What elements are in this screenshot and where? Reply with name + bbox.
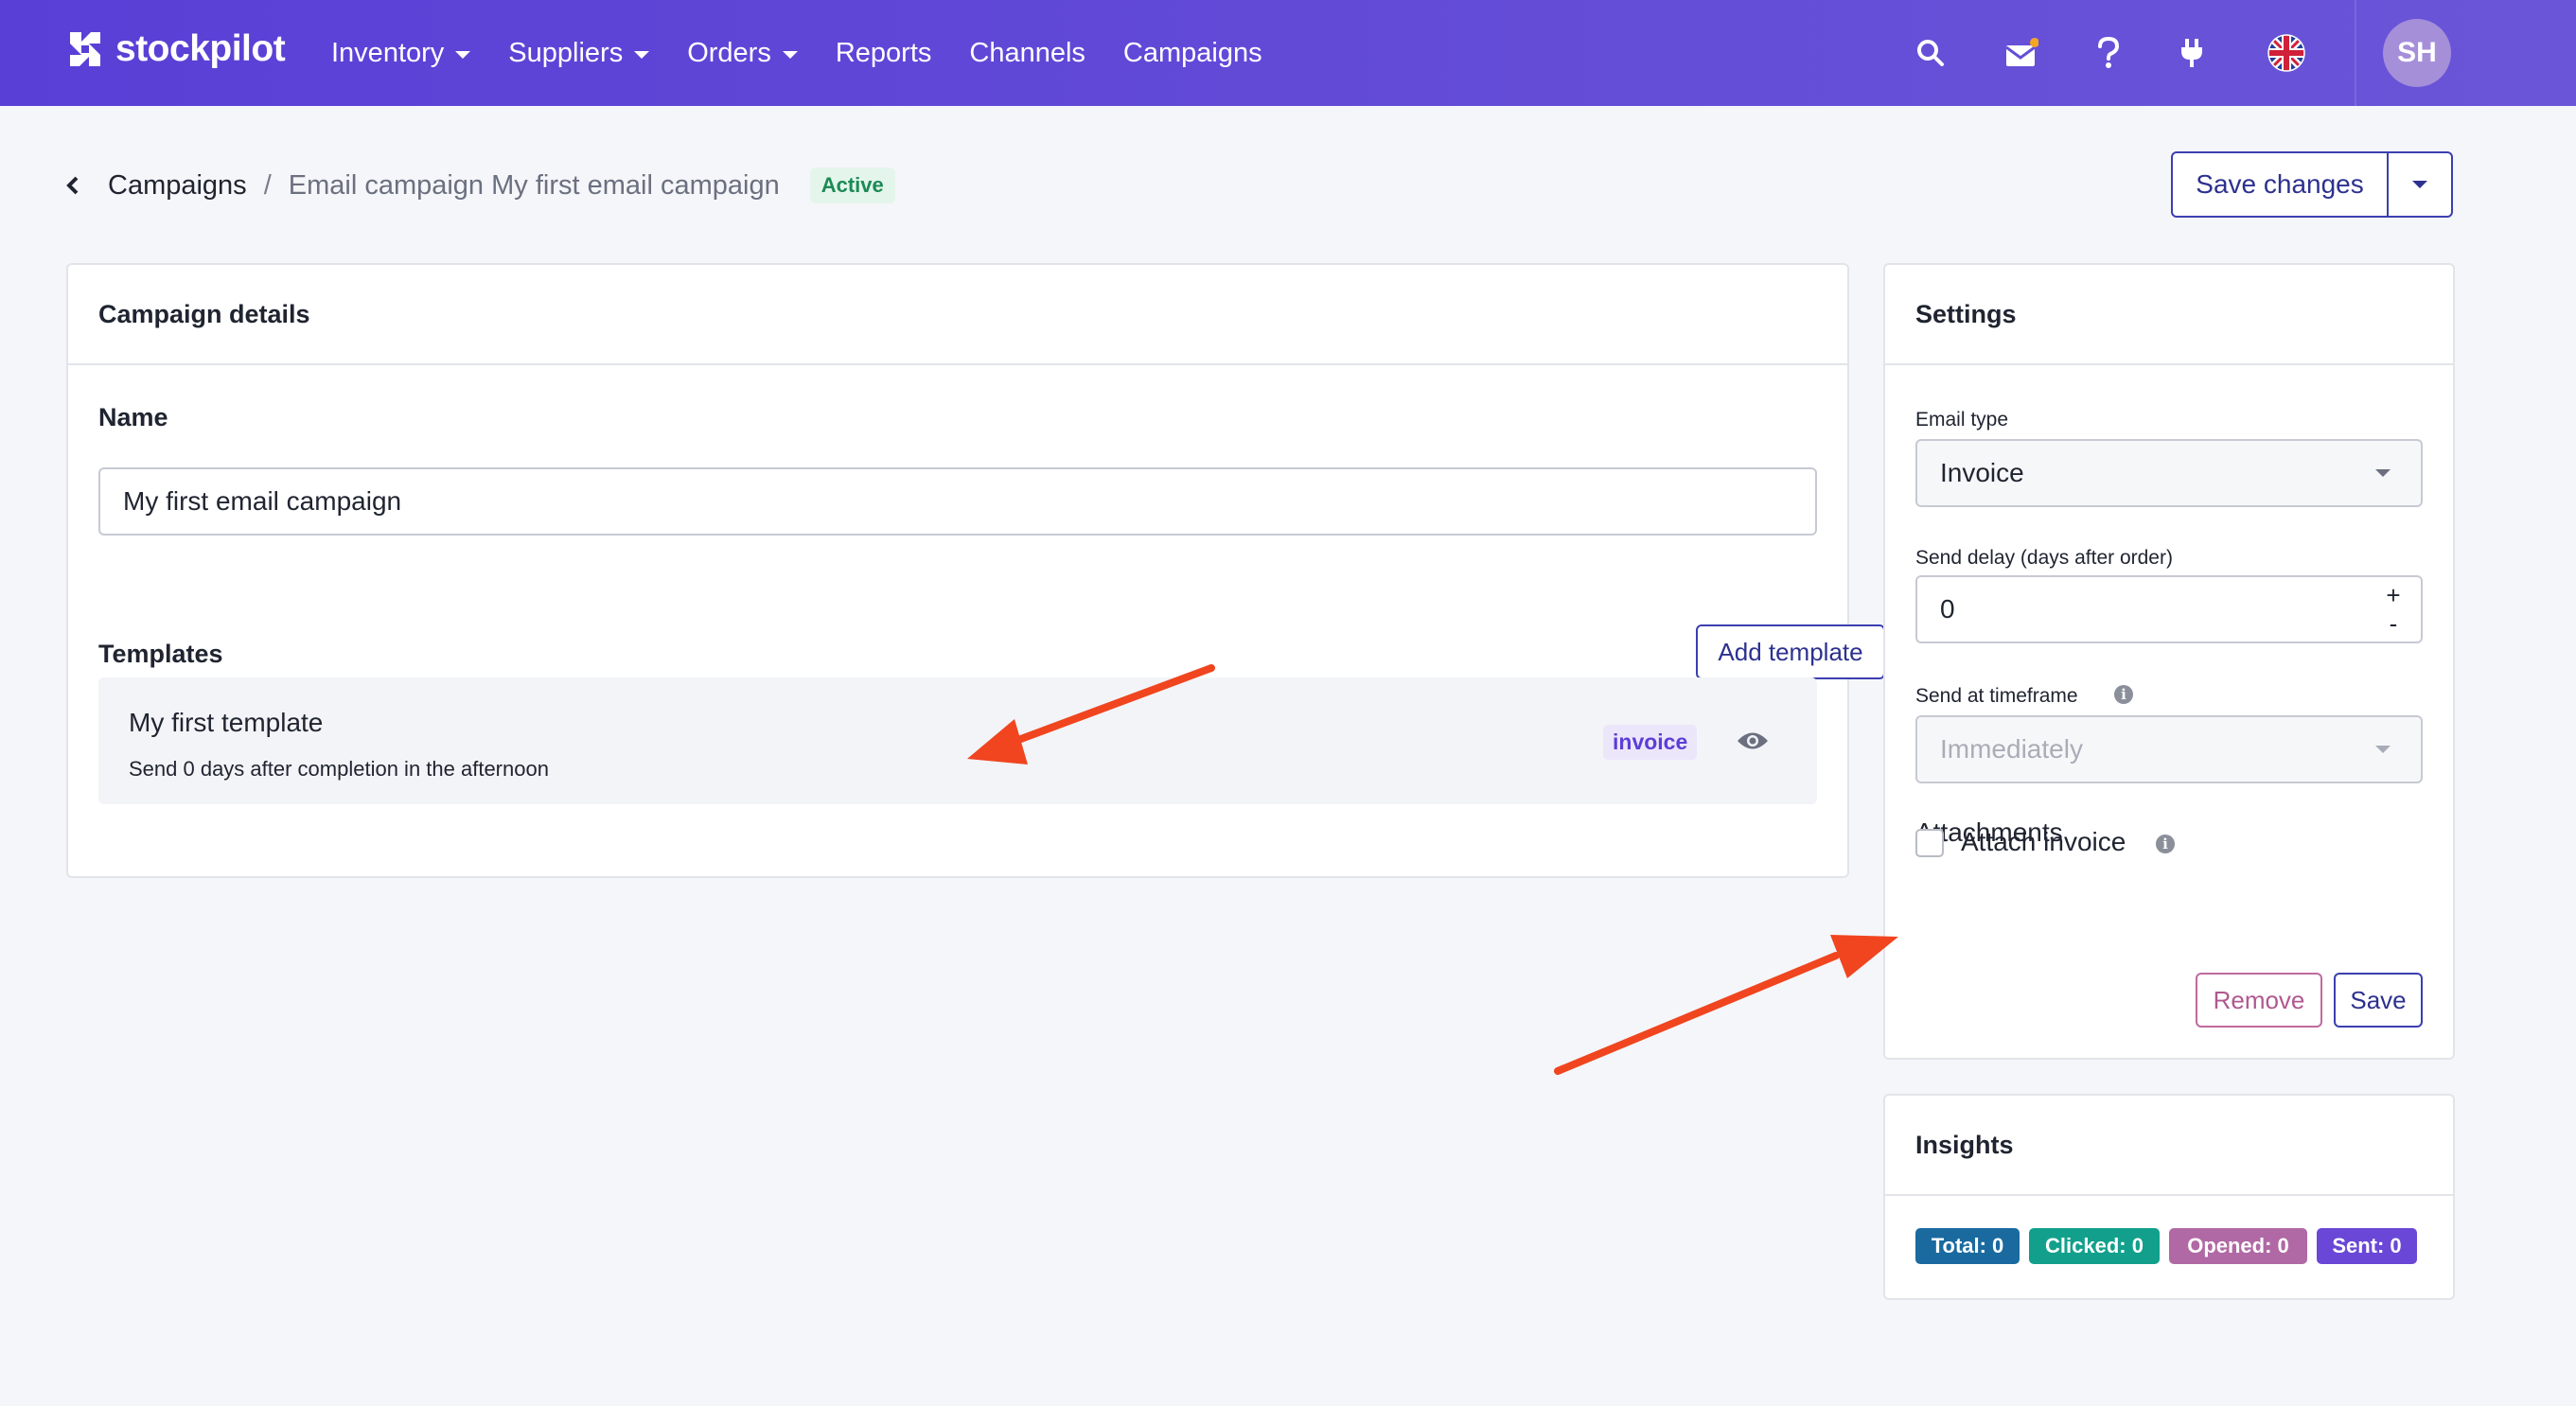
insights-title: Insights bbox=[1885, 1096, 2453, 1196]
template-type-badge: invoice bbox=[1603, 725, 1698, 760]
mail-icon bbox=[2005, 38, 2038, 66]
brand-name: stockpilot bbox=[115, 28, 286, 69]
stat-clicked-badge: Clicked: 0 bbox=[2029, 1228, 2160, 1264]
template-title: My first template bbox=[129, 708, 324, 737]
timeframe-select: Immediately bbox=[1915, 715, 2423, 783]
send-delay-value: 0 bbox=[1940, 594, 1955, 624]
campaign-details-card: Campaign details Name Templates Add temp… bbox=[66, 263, 1885, 878]
remove-button[interactable]: Remove bbox=[2196, 973, 2322, 1028]
timeframe-value: Immediately bbox=[1940, 734, 2083, 764]
campaign-details-title: Campaign details bbox=[68, 265, 1847, 365]
breadcrumb-separator: / bbox=[263, 169, 272, 201]
template-subtitle: Send 0 days after completion in the afte… bbox=[129, 757, 549, 781]
email-type-select[interactable]: Invoice bbox=[1915, 439, 2423, 507]
navbar-divider bbox=[2355, 0, 2356, 106]
annotation-arrow bbox=[1554, 935, 1898, 1075]
send-delay-stepper[interactable]: 0 + - bbox=[1915, 575, 2423, 643]
add-template-button[interactable]: Add template bbox=[1696, 624, 1885, 679]
chevron-down-icon bbox=[634, 51, 650, 59]
chevron-down-icon bbox=[782, 51, 798, 59]
chevron-down-icon bbox=[455, 51, 471, 59]
templates-label: Templates bbox=[98, 640, 223, 668]
breadcrumb: Campaigns / Email campaign My first emai… bbox=[66, 163, 895, 208]
user-avatar[interactable]: SH bbox=[2383, 19, 2451, 87]
stat-opened-badge: Opened: 0 bbox=[2169, 1228, 2307, 1264]
breadcrumb-current: Email campaign My first email campaign bbox=[288, 169, 780, 201]
main-nav: Inventory Suppliers Orders Reports Chann… bbox=[331, 0, 1300, 106]
search-button[interactable] bbox=[1910, 32, 1951, 74]
email-type-label: Email type bbox=[1915, 409, 2009, 431]
increment-button[interactable]: + bbox=[2379, 581, 2408, 609]
integrations-button[interactable] bbox=[2171, 32, 2213, 74]
stat-total-badge: Total: 0 bbox=[1915, 1228, 2020, 1264]
save-button[interactable]: Save bbox=[2334, 973, 2423, 1028]
nav-channels[interactable]: Channels bbox=[969, 38, 1085, 69]
nav-inventory-label: Inventory bbox=[331, 37, 445, 68]
eye-icon bbox=[1738, 732, 1768, 749]
nav-inventory[interactable]: Inventory bbox=[331, 37, 471, 69]
stockpilot-logo-icon bbox=[70, 32, 100, 66]
nav-orders-label: Orders bbox=[687, 37, 771, 68]
nav-suppliers-label: Suppliers bbox=[508, 37, 624, 68]
nav-channels-label: Channels bbox=[969, 37, 1085, 68]
nav-reports[interactable]: Reports bbox=[836, 38, 932, 69]
info-icon[interactable]: i bbox=[2156, 835, 2175, 853]
plug-icon bbox=[2181, 39, 2202, 67]
save-changes-group: Save changes bbox=[2171, 151, 2453, 218]
email-type-value: Invoice bbox=[1940, 458, 2024, 487]
name-label: Name bbox=[98, 403, 168, 431]
info-icon[interactable]: i bbox=[2114, 685, 2133, 704]
nav-campaigns-label: Campaigns bbox=[1122, 37, 1262, 68]
settings-card: Settings Email type Invoice Send delay (… bbox=[1883, 263, 2455, 1060]
messages-button[interactable] bbox=[2001, 32, 2042, 74]
nav-orders[interactable]: Orders bbox=[687, 38, 798, 69]
help-button[interactable] bbox=[2088, 32, 2129, 74]
top-navbar: stockpilot Inventory Suppliers Orders Re… bbox=[0, 0, 2576, 106]
template-list-item[interactable]: My first template Send 0 days after comp… bbox=[98, 677, 1817, 804]
brand-logo[interactable]: stockpilot bbox=[66, 28, 286, 70]
save-options-dropdown[interactable] bbox=[2389, 151, 2453, 218]
breadcrumb-campaigns-link[interactable]: Campaigns bbox=[108, 170, 247, 202]
attach-invoice-checkbox[interactable] bbox=[1915, 829, 1944, 857]
caret-down-icon bbox=[2375, 469, 2391, 477]
preview-template-button[interactable] bbox=[1736, 727, 1770, 755]
language-button[interactable] bbox=[2266, 32, 2307, 74]
timeframe-label: Send at timeframe bbox=[1915, 685, 2078, 707]
attach-invoice-label[interactable]: Attach invoice bbox=[1961, 827, 2126, 857]
chevron-left-icon bbox=[66, 176, 79, 195]
decrement-button[interactable]: - bbox=[2379, 609, 2408, 638]
uk-flag-icon bbox=[2267, 34, 2305, 72]
nav-suppliers[interactable]: Suppliers bbox=[508, 37, 650, 69]
campaign-name-input[interactable] bbox=[98, 467, 1817, 536]
send-delay-label: Send delay (days after order) bbox=[1915, 547, 2173, 569]
status-badge: Active bbox=[809, 167, 895, 203]
save-changes-button[interactable]: Save changes bbox=[2171, 151, 2389, 218]
stat-sent-badge: Sent: 0 bbox=[2317, 1228, 2417, 1264]
caret-down-icon bbox=[2375, 746, 2391, 753]
settings-title: Settings bbox=[1885, 265, 2453, 365]
insights-card: Insights Total: 0 Clicked: 0 Opened: 0 S… bbox=[1883, 1094, 2455, 1300]
caret-down-icon bbox=[2412, 181, 2427, 188]
nav-campaigns[interactable]: Campaigns bbox=[1123, 38, 1262, 69]
back-button[interactable] bbox=[66, 176, 98, 195]
help-icon bbox=[2098, 37, 2120, 68]
nav-reports-label: Reports bbox=[835, 37, 932, 68]
search-icon bbox=[1917, 40, 1944, 66]
